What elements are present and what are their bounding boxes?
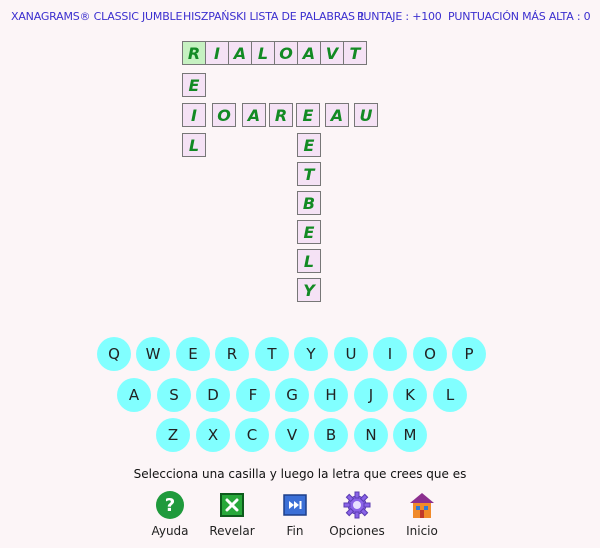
home-button[interactable]: Inicio: [387, 490, 457, 538]
instruction-text: Selecciona una casilla y luego la letra …: [133, 467, 467, 481]
key-e[interactable]: E: [176, 337, 210, 371]
high-score-display: PUNTUACIÓN MÁS ALTA : 0: [448, 10, 591, 23]
options-button[interactable]: Opciones: [322, 490, 392, 538]
end-label: Fin: [286, 524, 304, 538]
grid-cell[interactable]: A: [297, 41, 321, 65]
gear-icon: [342, 490, 372, 520]
key-j[interactable]: J: [354, 378, 388, 412]
grid-cell[interactable]: I: [182, 103, 206, 127]
key-a[interactable]: A: [117, 378, 151, 412]
key-y[interactable]: Y: [294, 337, 328, 371]
key-f[interactable]: F: [236, 378, 270, 412]
grid-cell[interactable]: A: [242, 103, 266, 127]
key-x[interactable]: X: [196, 418, 230, 452]
grid-cell[interactable]: Y: [297, 278, 321, 302]
key-d[interactable]: D: [196, 378, 230, 412]
grid-cell[interactable]: E: [297, 220, 321, 244]
grid-cell[interactable]: L: [297, 249, 321, 273]
grid-cell[interactable]: A: [228, 41, 252, 65]
key-q[interactable]: Q: [97, 337, 131, 371]
score-display: PUNTAJE : +100: [357, 10, 442, 23]
help-button[interactable]: ? Ayuda: [135, 490, 205, 538]
key-v[interactable]: V: [275, 418, 309, 452]
grid-cell[interactable]: R: [269, 103, 293, 127]
end-button[interactable]: Fin: [260, 490, 330, 538]
house-icon: [407, 490, 437, 520]
key-p[interactable]: P: [452, 337, 486, 371]
key-u[interactable]: U: [334, 337, 368, 371]
key-h[interactable]: H: [314, 378, 348, 412]
grid-cell[interactable]: E: [297, 133, 321, 157]
word-list-name: HISZPAŃSKI LISTA DE PALABRAS 1: [183, 10, 365, 23]
reveal-label: Revelar: [209, 524, 255, 538]
grid-cell[interactable]: T: [297, 162, 321, 186]
key-k[interactable]: K: [393, 378, 427, 412]
key-i[interactable]: I: [373, 337, 407, 371]
key-t[interactable]: T: [255, 337, 289, 371]
grid-cell[interactable]: R: [182, 41, 206, 65]
grid-cell[interactable]: L: [182, 133, 206, 157]
grid-cell[interactable]: E: [296, 103, 320, 127]
x-box-icon: [217, 490, 247, 520]
key-r[interactable]: R: [215, 337, 249, 371]
grid-cell[interactable]: L: [251, 41, 275, 65]
grid-cell[interactable]: I: [205, 41, 229, 65]
key-c[interactable]: C: [235, 418, 269, 452]
header-bar: XANAGRAMS® CLASSIC JUMBLE HISZPAŃSKI LIS…: [0, 8, 600, 28]
question-circle-icon: ?: [155, 490, 185, 520]
svg-text:?: ?: [165, 495, 175, 516]
key-m[interactable]: M: [393, 418, 427, 452]
key-l[interactable]: L: [433, 378, 467, 412]
grid-cell[interactable]: E: [182, 73, 206, 97]
key-s[interactable]: S: [157, 378, 191, 412]
options-label: Opciones: [329, 524, 385, 538]
reveal-button[interactable]: Revelar: [197, 490, 267, 538]
skip-forward-icon: [280, 490, 310, 520]
grid-cell[interactable]: B: [297, 191, 321, 215]
help-label: Ayuda: [151, 524, 189, 538]
key-o[interactable]: O: [413, 337, 447, 371]
key-n[interactable]: N: [354, 418, 388, 452]
grid-cell[interactable]: O: [274, 41, 298, 65]
grid-cell[interactable]: A: [325, 103, 349, 127]
key-w[interactable]: W: [136, 337, 170, 371]
key-b[interactable]: B: [314, 418, 348, 452]
grid-cell[interactable]: O: [212, 103, 236, 127]
home-label: Inicio: [406, 524, 438, 538]
grid-cell[interactable]: U: [354, 103, 378, 127]
game-title: XANAGRAMS® CLASSIC JUMBLE: [11, 10, 183, 23]
grid-cell[interactable]: V: [320, 41, 344, 65]
key-z[interactable]: Z: [156, 418, 190, 452]
key-g[interactable]: G: [275, 378, 309, 412]
grid-cell[interactable]: T: [343, 41, 367, 65]
